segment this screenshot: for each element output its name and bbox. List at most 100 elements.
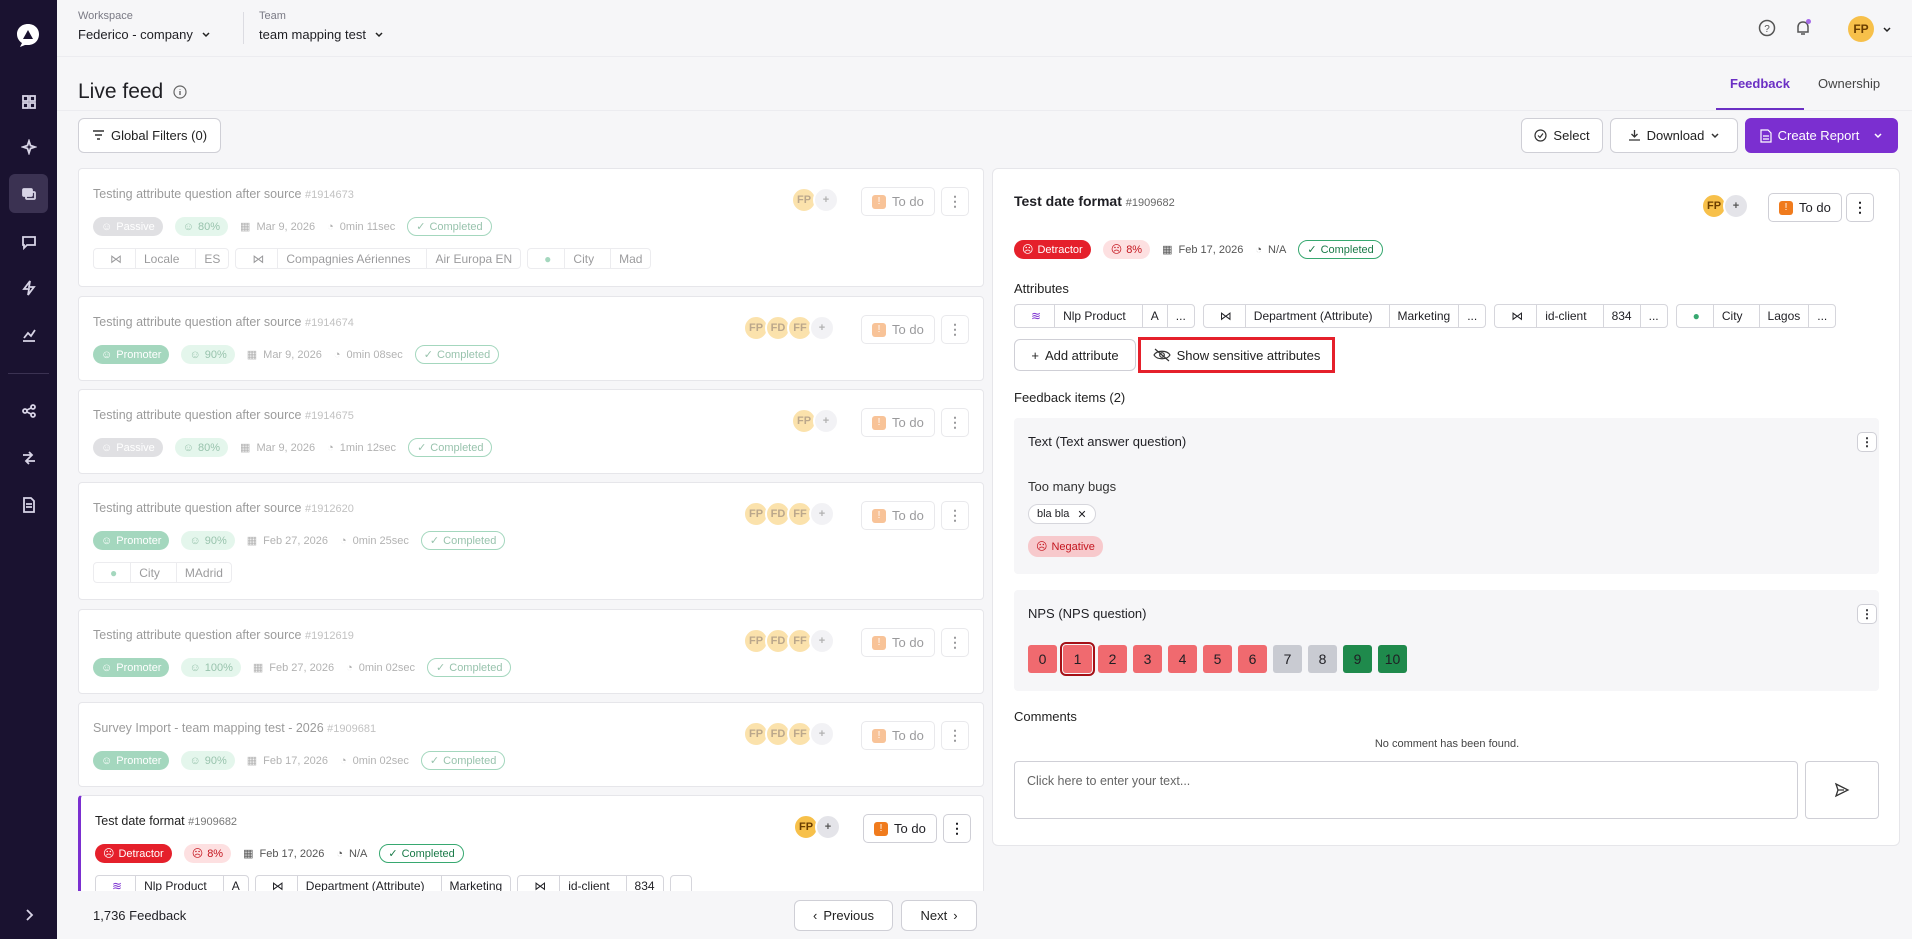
- show-sensitive-attributes-button[interactable]: Show sensitive attributes: [1138, 337, 1335, 373]
- attribute-chip[interactable]: ⋈ Department (Attribute) Marketing: [254, 875, 512, 891]
- tab-feedback[interactable]: Feedback: [1730, 76, 1790, 91]
- todo-button[interactable]: ! To do: [861, 501, 935, 530]
- select-button[interactable]: Select: [1521, 118, 1603, 153]
- calendar-icon: ▦: [246, 755, 258, 767]
- assignees[interactable]: FP +: [791, 408, 839, 434]
- more-options-icon[interactable]: ⋮: [1857, 432, 1877, 452]
- team-selector[interactable]: Team team mapping test: [259, 10, 384, 42]
- todo-button[interactable]: ! To do: [861, 408, 935, 437]
- attribute-chip[interactable]: ≋ Nlp Product A: [95, 875, 249, 891]
- calendar-icon: ▦: [246, 535, 258, 547]
- todo-button[interactable]: ! To do: [861, 315, 935, 344]
- tab-ownership[interactable]: Ownership: [1818, 76, 1880, 91]
- attribute-chip[interactable]: ● City Mad: [527, 248, 652, 269]
- nps-score-7: 7: [1273, 645, 1302, 673]
- todo-button[interactable]: ! To do: [863, 814, 937, 843]
- user-avatar[interactable]: FP: [1848, 16, 1874, 42]
- feedback-card[interactable]: Testing attribute question after source …: [78, 482, 984, 600]
- more-options-icon[interactable]: ⋮: [943, 814, 971, 843]
- previous-button[interactable]: ‹ Previous: [794, 900, 893, 931]
- attributes-heading: Attributes: [1014, 281, 1069, 296]
- attribute-chip[interactable]: ● City Lagos...: [1675, 304, 1837, 328]
- more-options-icon[interactable]: ⋮: [941, 501, 969, 530]
- network-icon: ⋈: [252, 251, 265, 266]
- bell-icon[interactable]: [1793, 18, 1813, 38]
- todo-button[interactable]: ! To do: [861, 628, 935, 657]
- feedback-card[interactable]: Survey Import - team mapping test - 2026…: [78, 702, 984, 787]
- share-icon[interactable]: [9, 391, 48, 430]
- attribute-chip[interactable]: ≋ Nlp Product A...: [1014, 304, 1195, 328]
- feedback-card[interactable]: Testing attribute question after source …: [78, 168, 984, 287]
- document-icon[interactable]: [9, 485, 48, 524]
- attribute-chip[interactable]: ● City MAdrid: [93, 562, 232, 583]
- more-attributes-button[interactable]: [669, 875, 692, 891]
- todo-button[interactable]: ! To do: [861, 721, 935, 750]
- lightning-icon[interactable]: [9, 268, 48, 307]
- todo-icon: !: [872, 635, 886, 650]
- more-options-icon[interactable]: ⋮: [941, 721, 969, 750]
- status-badge: ✓ Completed: [420, 531, 506, 550]
- workspace-selector[interactable]: Workspace Federico - company: [78, 10, 211, 42]
- create-report-button[interactable]: Create Report: [1745, 118, 1898, 153]
- more-options-icon[interactable]: ⋮: [941, 187, 969, 216]
- assignees[interactable]: FP FD FF +: [743, 315, 835, 341]
- attribute-chip[interactable]: ⋈ Compagnies Aériennes Air Europa EN: [235, 248, 522, 269]
- feedback-card[interactable]: Testing attribute question after source …: [78, 609, 984, 694]
- assignees[interactable]: FP FD FF +: [743, 721, 835, 747]
- info-icon[interactable]: [173, 85, 187, 99]
- more-options-icon[interactable]: ⋮: [1857, 604, 1877, 624]
- todo-button[interactable]: ! To do: [861, 187, 935, 216]
- chevron-down-icon: [202, 31, 210, 37]
- more-options-icon[interactable]: ⋮: [941, 408, 969, 437]
- more-options-icon[interactable]: ⋮: [941, 315, 969, 344]
- attribute-chip[interactable]: ⋈ Department (Attribute) Marketing...: [1202, 304, 1487, 328]
- plus-icon: +: [1031, 347, 1039, 363]
- list-footer: 1,736 Feedback ‹ Previous Next ›: [78, 891, 984, 939]
- status-badge: ✓ Completed: [414, 345, 500, 364]
- more-options-icon[interactable]: ⋮: [941, 628, 969, 657]
- tag-chip[interactable]: bla bla ✕: [1028, 504, 1096, 524]
- comment-input[interactable]: Click here to enter your text...: [1014, 761, 1798, 819]
- attribute-list: ● City MAdrid: [93, 562, 232, 583]
- next-button[interactable]: Next ›: [901, 900, 977, 931]
- feedback-card[interactable]: Testing attribute question after source …: [78, 296, 984, 381]
- integrations-icon[interactable]: [9, 438, 48, 477]
- duration: ◔ 0min 25sec: [340, 534, 409, 547]
- add-assignee-icon: +: [809, 315, 835, 341]
- app-logo-icon[interactable]: [14, 21, 42, 49]
- expand-sidebar-icon[interactable]: [9, 895, 48, 934]
- sidebar: [0, 0, 57, 939]
- chevron-down-icon[interactable]: [1882, 25, 1892, 35]
- download-button[interactable]: Download: [1610, 118, 1738, 153]
- nps-score-1-selected: 1: [1060, 642, 1095, 676]
- assignees[interactable]: FP +: [793, 814, 841, 840]
- add-attribute-button[interactable]: + Add attribute: [1014, 339, 1136, 371]
- card-title: Testing attribute question after source …: [93, 501, 354, 515]
- analytics-icon[interactable]: [9, 315, 48, 354]
- duration: ◔ 0min 02sec: [340, 754, 409, 767]
- assignees[interactable]: FP FD FF +: [743, 628, 835, 654]
- close-icon[interactable]: ✕: [1077, 508, 1086, 521]
- chat-icon[interactable]: [9, 222, 48, 261]
- feedback-card[interactable]: Testing attribute question after source …: [78, 389, 984, 474]
- assignees[interactable]: FP +: [791, 187, 839, 213]
- send-icon: [1834, 782, 1850, 798]
- attribute-chip[interactable]: ⋈ Locale ES: [93, 248, 230, 269]
- feedback-card-selected[interactable]: Test date format #1909682 ☹ Detractor ☹ …: [78, 795, 984, 891]
- send-button[interactable]: [1805, 761, 1879, 819]
- topbar: Workspace Federico - company Team team m…: [57, 0, 1912, 57]
- help-icon[interactable]: ?: [1757, 18, 1777, 38]
- attribute-chip[interactable]: ⋈ id-client 834: [517, 875, 664, 891]
- dashboard-icon[interactable]: [9, 82, 48, 121]
- card-title: Survey Import - team mapping test - 2026…: [93, 721, 377, 735]
- todo-button[interactable]: ! To do: [1768, 193, 1842, 222]
- more-options-icon[interactable]: ⋮: [1846, 193, 1874, 222]
- date: ▦ Feb 17, 2026: [243, 847, 325, 861]
- sparkle-icon[interactable]: [9, 127, 48, 166]
- assignees[interactable]: FP +: [1701, 193, 1749, 219]
- assignees[interactable]: FP FD FF +: [743, 501, 835, 527]
- live-feed-icon[interactable]: [9, 174, 48, 213]
- date: ▦ Feb 27, 2026: [246, 534, 328, 548]
- global-filters-button[interactable]: Global Filters (0): [78, 118, 221, 153]
- attribute-chip[interactable]: ⋈ id-client 834...: [1494, 304, 1668, 328]
